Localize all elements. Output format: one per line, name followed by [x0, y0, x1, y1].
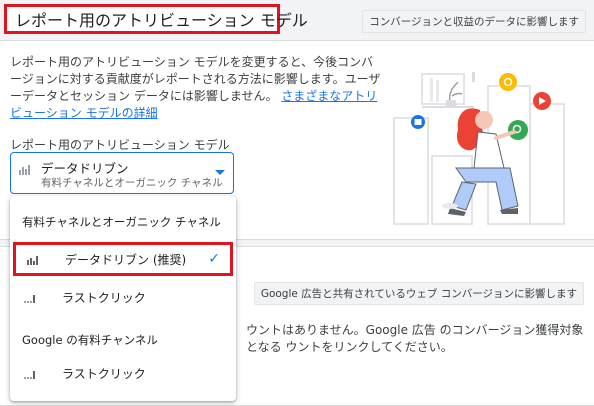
select-subvalue: 有料チャネルとオーガニック チャネル — [41, 177, 223, 189]
select-label: レポート用のアトリビューション モデル — [10, 138, 230, 152]
description: レポート用のアトリビューション モデルを変更すると、今後コンバージョンに対する貢… — [10, 54, 382, 122]
menu-item-label: データドリブン (推奨) — [65, 252, 187, 267]
menu-item-label: ラストクリック — [62, 366, 146, 381]
page-title-text: レポート用のアトリビューション モデル — [15, 11, 308, 30]
impact-badge: コンバージョンと収益のデータに影響します — [362, 10, 586, 33]
chevron-down-icon — [215, 170, 225, 175]
attribution-model-select[interactable]: データドリブン 有料チャネルとオーガニック チャネル — [10, 152, 234, 194]
data-driven-bars-icon — [19, 165, 30, 175]
menu-item-last-click-paid-organic[interactable]: ラストクリック — [10, 280, 236, 314]
menu-group-header-paid-organic: 有料チャネルとオーガニック チャネル — [22, 215, 221, 229]
page-title: レポート用のアトリビューション モデル — [4, 4, 308, 34]
google-ads-impact-badge: Google 広告と共有されているウェブ コンバージョンに影響します — [253, 282, 584, 305]
attribution-model-menu: 有料チャネルとオーガニック チャネル データドリブン (推奨) ✓ ラストクリッ… — [10, 196, 236, 401]
menu-item-last-click-google-paid[interactable]: ラストクリック — [10, 356, 236, 390]
data-driven-bars-icon — [27, 256, 38, 265]
menu-item-data-driven[interactable]: データドリブン (推奨) ✓ — [13, 242, 233, 276]
last-click-bars-icon — [24, 371, 35, 379]
check-icon: ✓ — [208, 251, 220, 267]
menu-group-header-google-paid: Google の有料チャンネル — [22, 333, 158, 347]
attribution-illustration — [393, 72, 565, 225]
last-click-bars-icon — [24, 295, 35, 303]
menu-item-label: ラストクリック — [62, 290, 146, 305]
google-ads-message: ウントはありません。Google 広告 のコンバージョン獲得対象となる ウントを… — [246, 323, 584, 354]
